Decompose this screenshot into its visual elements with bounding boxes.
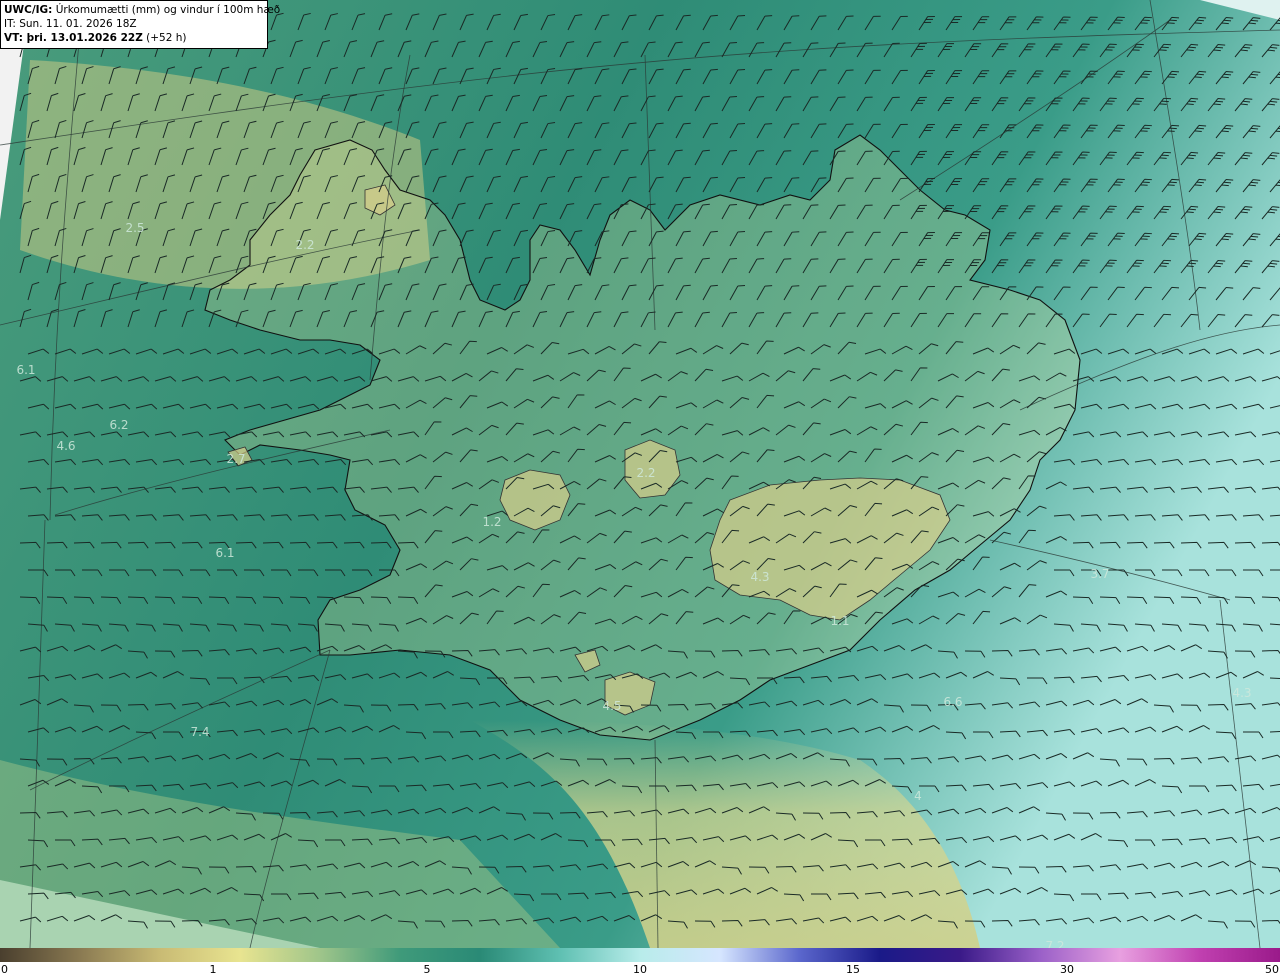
color-scale-tick: 50 [1265, 963, 1279, 976]
precip-value-label: 3.7 [1090, 567, 1109, 581]
title-line: UWC/IG: Úrkomumætti (mm) og vindur í 100… [4, 3, 280, 17]
title-text: Úrkomumætti (mm) og vindur í 100m hæð [52, 4, 281, 16]
precip-value-label: 6.1 [16, 363, 35, 377]
precip-value-label: 4.6 [56, 439, 75, 453]
map-info-box: UWC/IG: Úrkomumætti (mm) og vindur í 100… [0, 0, 280, 49]
precip-value-label: 7.2 [1045, 939, 1064, 948]
precip-value-label: 4.5 [602, 699, 621, 713]
initial-time: IT: Sun. 11. 01. 2026 18Z [4, 18, 137, 30]
precip-value-label: 1.1 [830, 614, 849, 628]
color-scale-tick: 5 [423, 963, 431, 976]
color-scale-gradient [0, 948, 1280, 962]
precipitation-wind-map: 2.5 2.2 6.1 6.2 4.6 2.7 6.1 2.2 1.2 4.3 3.7 1.1 6.6 4… [0, 0, 1280, 948]
precip-value-label: 1.2 [482, 515, 501, 529]
valid-time: VT: þri. 13.01.2026 22Z [4, 32, 143, 44]
color-scale-tick: 30 [1060, 963, 1074, 976]
precip-value-label: 2.2 [295, 238, 314, 252]
precip-value-label: 4 [914, 789, 922, 803]
valid-time-line: VT: þri. 13.01.2026 22Z (+52 h) [4, 31, 264, 45]
precip-value-label: 4.3 [750, 570, 769, 584]
color-scale-tick: 10 [633, 963, 647, 976]
map-frame: 2.5 2.2 6.1 6.2 4.6 2.7 6.1 2.2 1.2 4.3 3.7 1.1 6.6 4… [0, 0, 1280, 978]
title-prefix: UWC/IG: [4, 4, 53, 16]
color-scale-labels: 0 1 5 10 15 30 50 [0, 962, 1280, 978]
color-scale-tick: 0 [1, 963, 8, 976]
precip-value-label: 2.2 [636, 466, 655, 480]
color-scale-tick: 15 [845, 963, 860, 976]
precip-value-label: 2.5 [125, 221, 144, 235]
color-scale-tick: 1 [209, 963, 217, 976]
precip-value-label: 6.2 [109, 418, 128, 432]
forecast-hour: (+52 h) [142, 32, 187, 44]
precip-value-label: 6.1 [215, 546, 234, 560]
precip-value-label: 4.3 [1232, 686, 1251, 700]
precip-value-label: 2.7 [226, 452, 245, 466]
color-scale-bar [0, 948, 1280, 962]
precip-value-label: 6.6 [943, 695, 962, 709]
precip-value-label: 7.4 [190, 725, 209, 739]
